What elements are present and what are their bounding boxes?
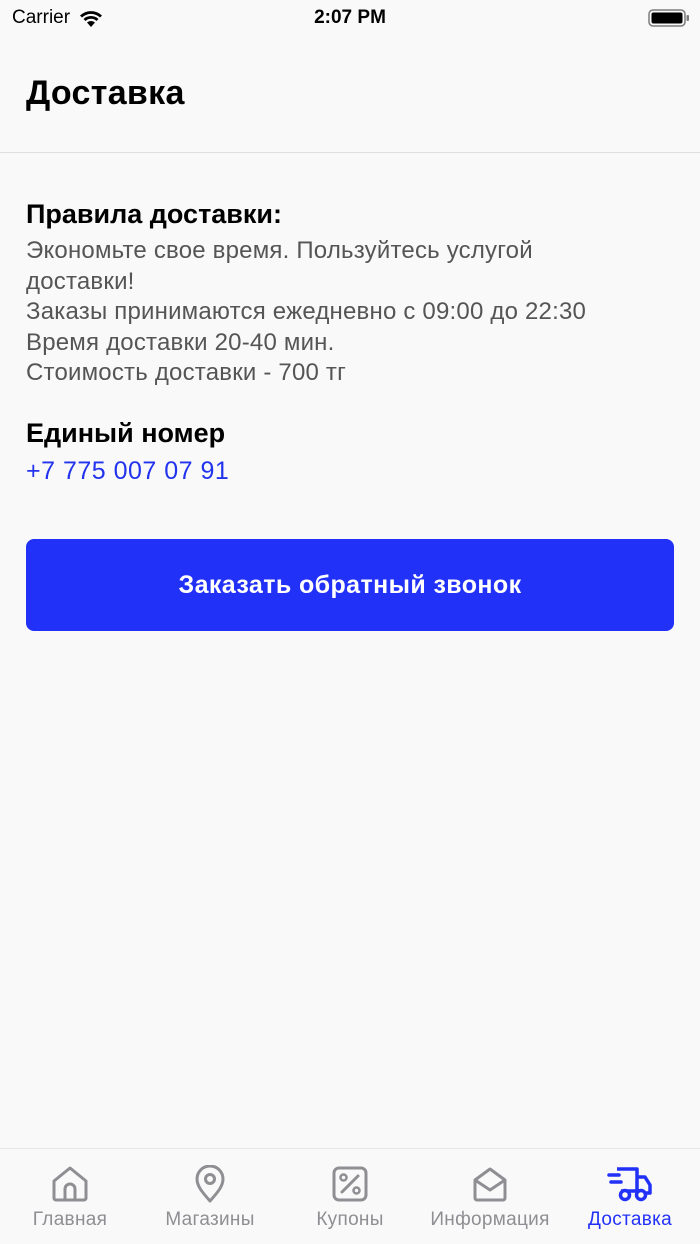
navigation-header: Доставка — [0, 36, 700, 153]
tab-info[interactable]: Информация — [420, 1149, 560, 1244]
envelope-icon — [473, 1167, 507, 1202]
tab-label: Информация — [430, 1209, 550, 1230]
tab-label: Доставка — [588, 1209, 672, 1230]
status-bar: Carrier 2:07 PM — [0, 0, 700, 36]
rules-line: доставки! — [26, 267, 135, 295]
callback-button[interactable]: Заказать обратный звонок — [26, 539, 674, 631]
tab-label: Купоны — [316, 1209, 384, 1230]
tab-delivery[interactable]: Доставка — [560, 1149, 700, 1244]
rules-line: Заказы принимаются ежедневно с 09:00 до … — [26, 298, 587, 325]
tab-home[interactable]: Главная — [0, 1149, 140, 1244]
percent-coupon-icon — [332, 1166, 368, 1202]
tab-bar: Главная Магазины Купоны Информация Доста… — [0, 1148, 700, 1244]
clock: 2:07 PM — [314, 7, 386, 28]
phone-number-link[interactable]: +7 775 007 07 91 — [26, 457, 674, 486]
battery-icon — [648, 9, 689, 27]
rules-line: Стоимость доставки - 700 тг — [26, 359, 347, 386]
phone-title: Единый номер — [26, 417, 226, 448]
page-title: Доставка — [26, 74, 185, 112]
tab-label: Главная — [32, 1209, 108, 1230]
tab-label: Магазины — [165, 1209, 255, 1230]
delivery-truck-icon — [607, 1167, 652, 1202]
map-pin-icon — [195, 1165, 225, 1203]
rules-title: Правила доставки: — [26, 199, 283, 229]
delivery-info: Правила доставки: Экономьте свое время. … — [26, 196, 674, 486]
tab-coupons[interactable]: Купоны — [280, 1149, 420, 1244]
tab-stores[interactable]: Магазины — [140, 1149, 280, 1244]
rules-line: Время доставки 20-40 мин. — [26, 328, 335, 356]
rules-text: Экономьте свое время. Пользуйтесь услуго… — [26, 236, 674, 389]
home-icon — [52, 1166, 88, 1202]
rules-line: Экономьте свое время. Пользуйтесь услуго… — [26, 237, 533, 264]
